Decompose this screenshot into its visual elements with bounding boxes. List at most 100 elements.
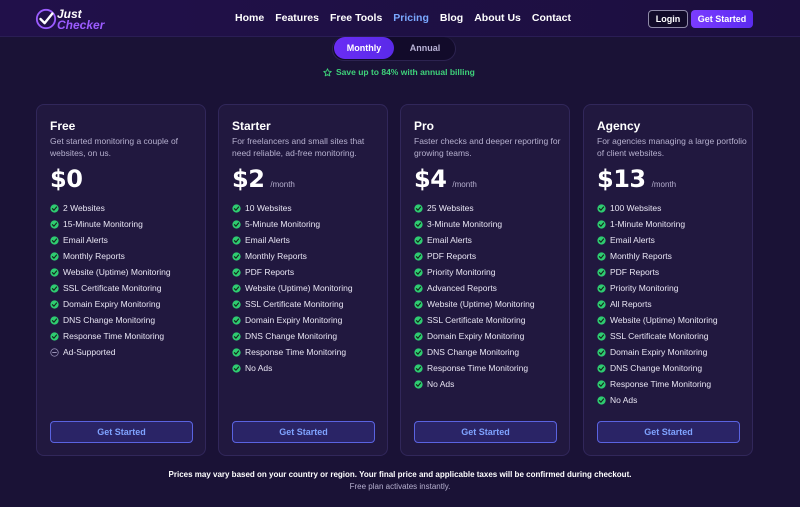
feature-item: Email Alerts [414, 232, 535, 248]
feature-item: Website (Uptime) Monitoring [232, 280, 353, 296]
nav-link-about-us[interactable]: About Us [474, 12, 521, 24]
plan-description: For freelancers and small sites that nee… [232, 136, 365, 158]
feature-label: Website (Uptime) Monitoring [610, 315, 718, 325]
check-circle-icon [597, 331, 606, 341]
feature-label: 10 Websites [245, 203, 292, 213]
feature-label: DNS Change Monitoring [245, 331, 338, 341]
feature-label: 3-Minute Monitoring [427, 219, 503, 229]
feature-label: 25 Websites [427, 203, 474, 213]
feature-label: No Ads [245, 363, 273, 373]
feature-item: DNS Change Monitoring [414, 344, 535, 360]
feature-item: Response Time Monitoring [597, 376, 718, 392]
check-circle-icon [597, 299, 606, 309]
plan-card-pro: Pro Faster checks and deeper reporting f… [400, 104, 570, 456]
billing-option-annual[interactable]: Annual [395, 37, 455, 59]
nav-link-contact[interactable]: Contact [532, 12, 571, 24]
check-circle-icon [414, 203, 423, 213]
check-circle-icon [232, 235, 241, 245]
feature-label: Email Alerts [245, 235, 290, 245]
navbar: Just Checker Home Features Free Tools Pr… [0, 0, 800, 37]
check-circle-icon [597, 267, 606, 277]
nav-link-blog[interactable]: Blog [440, 12, 463, 24]
feature-item: DNS Change Monitoring [50, 312, 171, 328]
feature-item: Domain Expiry Monitoring [50, 296, 171, 312]
feature-item: No Ads [597, 392, 718, 408]
feature-item: Advanced Reports [414, 280, 535, 296]
nav-link-free-tools[interactable]: Free Tools [330, 12, 382, 24]
plan-price-period: /month [452, 180, 477, 189]
feature-item: Priority Monitoring [414, 264, 535, 280]
feature-item: SSL Certificate Monitoring [232, 296, 353, 312]
feature-label: SSL Certificate Monitoring [610, 331, 709, 341]
feature-item: Domain Expiry Monitoring [597, 344, 718, 360]
feature-label: Domain Expiry Monitoring [245, 315, 343, 325]
feature-label: All Reports [610, 299, 652, 309]
check-circle-icon [597, 235, 606, 245]
check-circle-icon [50, 267, 59, 277]
feature-label: Email Alerts [63, 235, 108, 245]
logo[interactable]: Just Checker [35, 6, 115, 32]
feature-item: PDF Reports [414, 248, 535, 264]
check-circle-icon [414, 363, 423, 373]
plan-card-starter: Starter For freelancers and small sites … [218, 104, 388, 456]
check-circle-icon [232, 315, 241, 325]
feature-label: Monthly Reports [63, 251, 125, 261]
nav-link-pricing[interactable]: Pricing [393, 12, 429, 24]
plan-price: $13 /month [597, 165, 676, 193]
check-circle-icon [597, 219, 606, 229]
check-circle-icon [50, 203, 59, 213]
check-circle-icon [597, 251, 606, 261]
feature-item: 15-Minute Monitoring [50, 216, 171, 232]
check-circle-icon [597, 363, 606, 373]
check-circle-icon [232, 267, 241, 277]
feature-item: Domain Expiry Monitoring [232, 312, 353, 328]
feature-item: DNS Change Monitoring [232, 328, 353, 344]
check-circle-icon [50, 331, 59, 341]
check-circle-icon [597, 315, 606, 325]
check-circle-icon [414, 331, 423, 341]
minus-circle-icon [50, 347, 59, 357]
feature-label: SSL Certificate Monitoring [245, 299, 344, 309]
check-circle-icon [232, 331, 241, 341]
check-circle-icon [414, 235, 423, 245]
get-started-button-agency[interactable]: Get Started [597, 421, 740, 443]
check-circle-icon [414, 379, 423, 389]
feature-item: Monthly Reports [232, 248, 353, 264]
plan-description: Faster checks and deeper reporting for g… [414, 136, 561, 158]
plan-price-amount: $13 [597, 165, 646, 193]
feature-label: Website (Uptime) Monitoring [427, 299, 535, 309]
feature-item: 2 Websites [50, 200, 171, 216]
get-started-button-free[interactable]: Get Started [50, 421, 193, 443]
feature-item: DNS Change Monitoring [597, 360, 718, 376]
login-button[interactable]: Login [648, 10, 688, 28]
logo-text-line2: Checker [57, 18, 105, 32]
check-circle-icon [50, 283, 59, 293]
feature-item: SSL Certificate Monitoring [597, 328, 718, 344]
feature-item: Response Time Monitoring [232, 344, 353, 360]
plan-card-agency: Agency For agencies managing a large por… [583, 104, 753, 456]
billing-option-monthly[interactable]: Monthly [334, 37, 394, 59]
check-circle-icon [414, 347, 423, 357]
feature-label: Domain Expiry Monitoring [610, 347, 708, 357]
feature-item: Monthly Reports [50, 248, 171, 264]
feature-item: 1-Minute Monitoring [597, 216, 718, 232]
nav-link-home[interactable]: Home [235, 12, 264, 24]
plan-card-free: Free Get started monitoring a couple of … [36, 104, 206, 456]
check-circle-icon [232, 251, 241, 261]
check-circle-icon [414, 315, 423, 325]
feature-item: 25 Websites [414, 200, 535, 216]
get-started-button-pro[interactable]: Get Started [414, 421, 557, 443]
feature-item: Email Alerts [232, 232, 353, 248]
feature-label: Response Time Monitoring [63, 331, 165, 341]
feature-item: 10 Websites [232, 200, 353, 216]
check-circle-icon [597, 203, 606, 213]
nav-link-features[interactable]: Features [275, 12, 319, 24]
feature-item: Response Time Monitoring [50, 328, 171, 344]
nav-get-started-button[interactable]: Get Started [691, 10, 753, 28]
checkmark-badge-icon [35, 8, 57, 30]
plan-price: $4 /month [414, 165, 477, 193]
feature-label: Priority Monitoring [610, 283, 679, 293]
feature-item: PDF Reports [597, 264, 718, 280]
get-started-button-starter[interactable]: Get Started [232, 421, 375, 443]
check-circle-icon [232, 219, 241, 229]
